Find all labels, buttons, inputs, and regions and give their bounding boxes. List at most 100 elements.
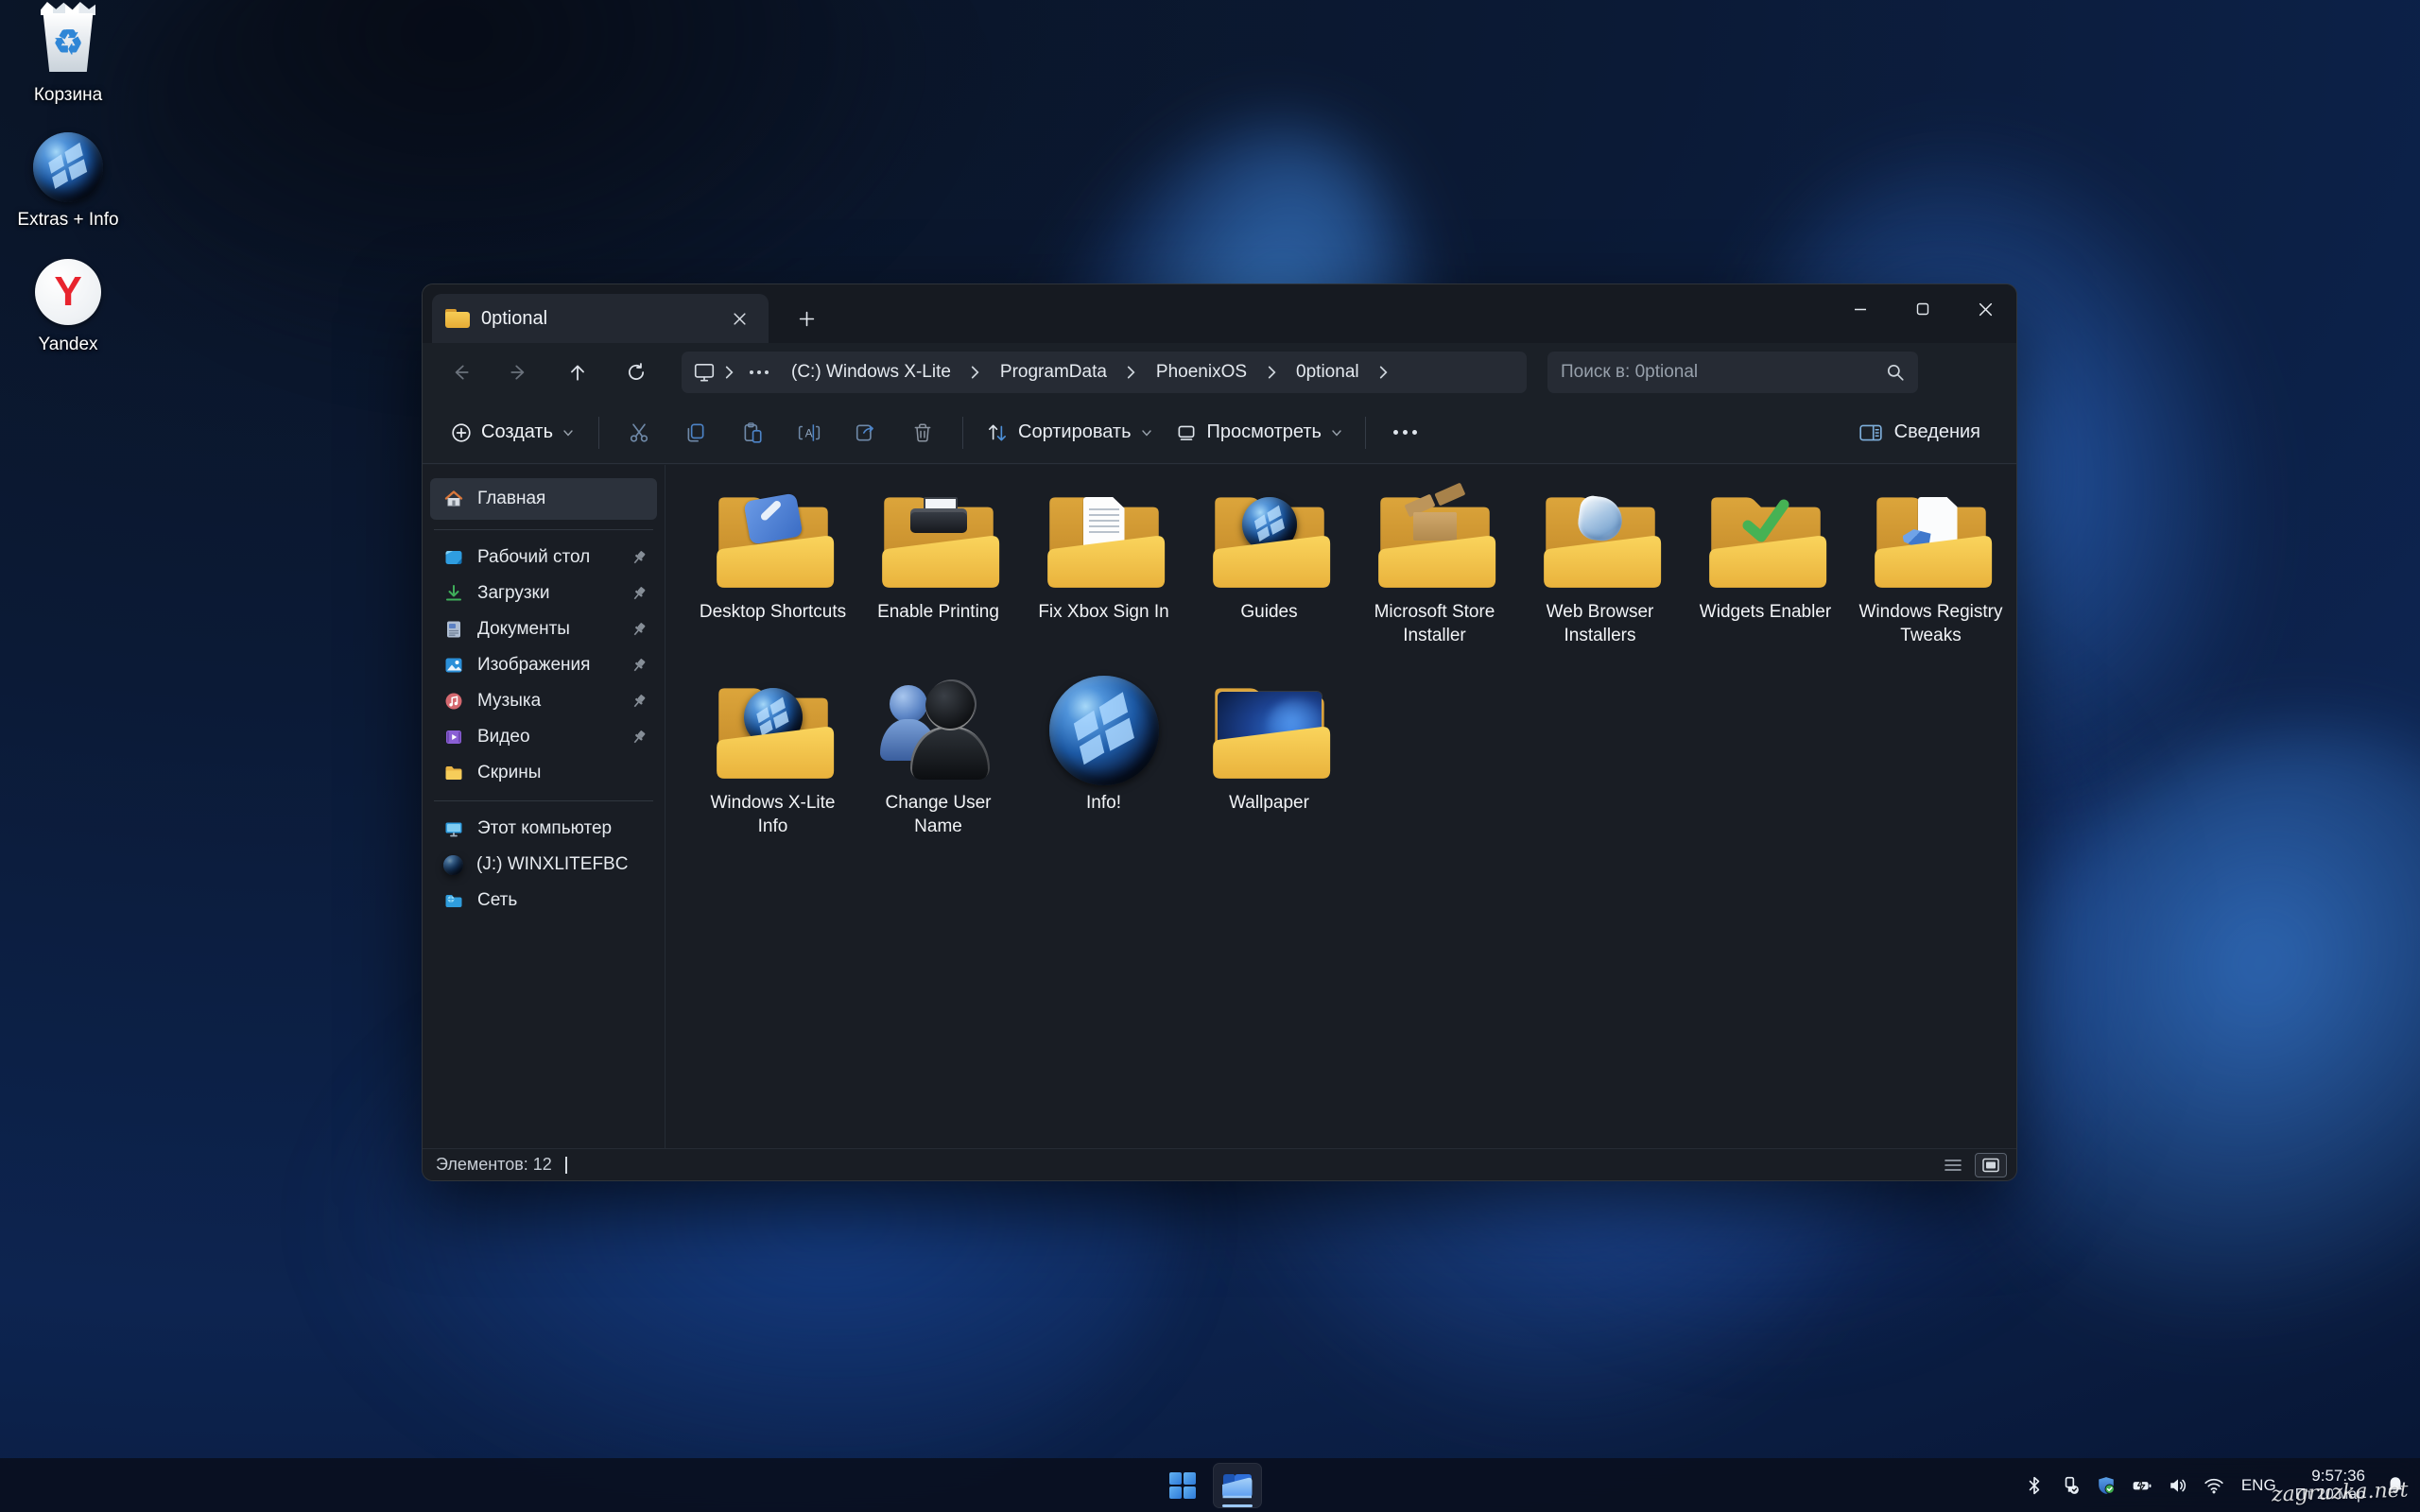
this-pc-icon (443, 818, 464, 839)
volume-icon[interactable] (2162, 1467, 2194, 1504)
sidebar-item-this-pc[interactable]: Этот компьютер (430, 811, 657, 847)
wifi-icon[interactable] (2198, 1467, 2230, 1504)
chevron-right-icon (1262, 366, 1281, 379)
divider (434, 800, 653, 801)
view-button[interactable]: Просмотреть (1164, 413, 1354, 453)
blue-orb-icon (31, 130, 105, 204)
sidebar-item-screens[interactable]: Скрины (430, 755, 657, 791)
desktop-folder-icon (443, 547, 464, 568)
file-item-enable-printing[interactable]: Enable Printing (856, 484, 1021, 669)
breadcrumb-segment[interactable]: ProgramData (989, 357, 1118, 387)
desktop-icon-recycle-bin[interactable]: ♻ Корзина (8, 6, 129, 106)
new-tab-button[interactable] (787, 301, 825, 335)
chevron-down-icon (1141, 427, 1152, 438)
search-box[interactable] (1547, 352, 1918, 393)
sidebar-item-desktop[interactable]: Рабочий стол (430, 540, 657, 576)
desktop-icon-yandex[interactable]: Y Yandex (8, 255, 129, 355)
paste-icon[interactable] (728, 411, 777, 455)
folder-icon (711, 488, 836, 592)
forward-icon[interactable] (494, 352, 544, 393)
pin-icon (631, 585, 648, 602)
cut-icon[interactable] (614, 411, 664, 455)
file-grid: Desktop Shortcuts Enable Printing Fix Xb… (666, 465, 2016, 1148)
folder-icon (445, 309, 470, 328)
breadcrumb-segment-drive[interactable]: (C:) Windows X-Lite (780, 357, 962, 387)
pin-icon (631, 693, 648, 710)
yandex-browser-icon: Y (31, 255, 105, 329)
language-indicator[interactable]: ENG (2234, 1476, 2284, 1495)
usb-device-icon[interactable] (2054, 1467, 2086, 1504)
clock[interactable]: 9:57:36 Пт 20 мар (2288, 1466, 2373, 1504)
sidebar-item-videos[interactable]: Видео (430, 719, 657, 755)
copy-icon[interactable] (671, 411, 720, 455)
more-options-icon[interactable] (1381, 411, 1430, 455)
tab-close-icon[interactable] (723, 302, 755, 335)
taskbar-file-explorer-button[interactable] (1213, 1463, 1262, 1508)
sidebar-item-music[interactable]: Музыка (430, 683, 657, 719)
file-item-guides[interactable]: Guides (1186, 484, 1352, 669)
desktop-icon-label: Yandex (38, 335, 97, 355)
minimize-button[interactable] (1829, 284, 1892, 334)
items-count: Элементов: 12 (436, 1155, 552, 1175)
folder-icon (1207, 488, 1332, 592)
delete-icon[interactable] (898, 411, 947, 455)
tab-0ptional[interactable]: 0ptional (432, 294, 769, 343)
start-button[interactable] (1158, 1463, 1207, 1508)
file-item-windows-x-lite-info[interactable]: Windows X-Lite Info (690, 675, 856, 860)
file-item-windows-registry-tweaks[interactable]: Windows Registry Tweaks (1848, 484, 2014, 669)
large-icons-view-button[interactable] (1975, 1153, 2007, 1177)
sidebar-item-downloads[interactable]: Загрузки (430, 576, 657, 611)
address-bar[interactable]: (C:) Windows X-Lite ProgramData PhoenixO… (682, 352, 1527, 393)
rename-icon[interactable]: A (785, 411, 834, 455)
details-pane-button[interactable]: Сведения (1847, 413, 1992, 452)
sidebar-item-home[interactable]: Главная (430, 478, 657, 520)
refresh-icon[interactable] (612, 352, 661, 393)
folder-icon (1538, 488, 1663, 592)
folder-icon (1207, 679, 1332, 782)
folder-icon (876, 488, 1001, 592)
close-button[interactable] (1954, 284, 2016, 334)
chevron-right-icon (1374, 366, 1393, 379)
clock-time: 9:57:36 (2295, 1466, 2365, 1486)
file-item-microsoft-store-installer[interactable]: Microsoft Store Installer (1352, 484, 1517, 669)
svg-text:A: A (805, 426, 813, 439)
back-icon[interactable] (436, 352, 485, 393)
divider (434, 529, 653, 530)
this-pc-icon (693, 362, 716, 383)
breadcrumb-overflow-icon[interactable] (742, 370, 776, 374)
up-icon[interactable] (553, 352, 602, 393)
battery-charging-icon[interactable] (2126, 1467, 2158, 1504)
file-item-fix-xbox-sign-in[interactable]: Fix Xbox Sign In (1021, 484, 1186, 669)
desktop-icon-extras-info[interactable]: Extras + Info (8, 130, 129, 231)
file-item-wallpaper[interactable]: Wallpaper (1186, 675, 1352, 860)
orb-icon (1049, 676, 1159, 785)
divider (565, 1157, 567, 1174)
window-body: Главная Рабочий стол Загрузки Документы … (423, 465, 2016, 1148)
sidebar-item-pictures[interactable]: Изображения (430, 647, 657, 683)
sidebar-item-documents[interactable]: Документы (430, 611, 657, 647)
sort-button[interactable]: Сортировать (975, 413, 1164, 453)
navigation-bar: (C:) Windows X-Lite ProgramData PhoenixO… (423, 343, 2016, 402)
file-item-change-user-name[interactable]: Change User Name (856, 675, 1021, 860)
file-item-web-browser-installers[interactable]: Web Browser Installers (1517, 484, 1683, 669)
notifications-bell-icon[interactable] (2377, 1467, 2414, 1504)
folder-icon (443, 763, 464, 783)
file-item-desktop-shortcuts[interactable]: Desktop Shortcuts (690, 484, 856, 669)
file-item-widgets-enabler[interactable]: Widgets Enabler (1683, 484, 1848, 669)
breadcrumb-segment[interactable]: PhoenixOS (1145, 357, 1258, 387)
sidebar-item-network[interactable]: Сеть (430, 883, 657, 919)
pin-icon (631, 729, 648, 746)
search-icon[interactable] (1886, 363, 1905, 382)
maximize-button[interactable] (1892, 284, 1954, 334)
new-button[interactable]: Создать (438, 413, 587, 452)
details-view-button[interactable] (1937, 1153, 1969, 1177)
share-icon[interactable] (841, 411, 890, 455)
file-item-info[interactable]: Info! (1021, 675, 1186, 860)
sidebar-item-drive-j[interactable]: (J:) WINXLITEFBC (430, 847, 657, 883)
details-pane-icon (1858, 422, 1883, 443)
security-shield-icon[interactable] (2090, 1467, 2122, 1504)
search-input[interactable] (1561, 362, 1886, 383)
bluetooth-icon[interactable] (2018, 1467, 2050, 1504)
titlebar[interactable]: 0ptional (423, 284, 2016, 343)
breadcrumb-segment-current[interactable]: 0ptional (1285, 357, 1371, 387)
